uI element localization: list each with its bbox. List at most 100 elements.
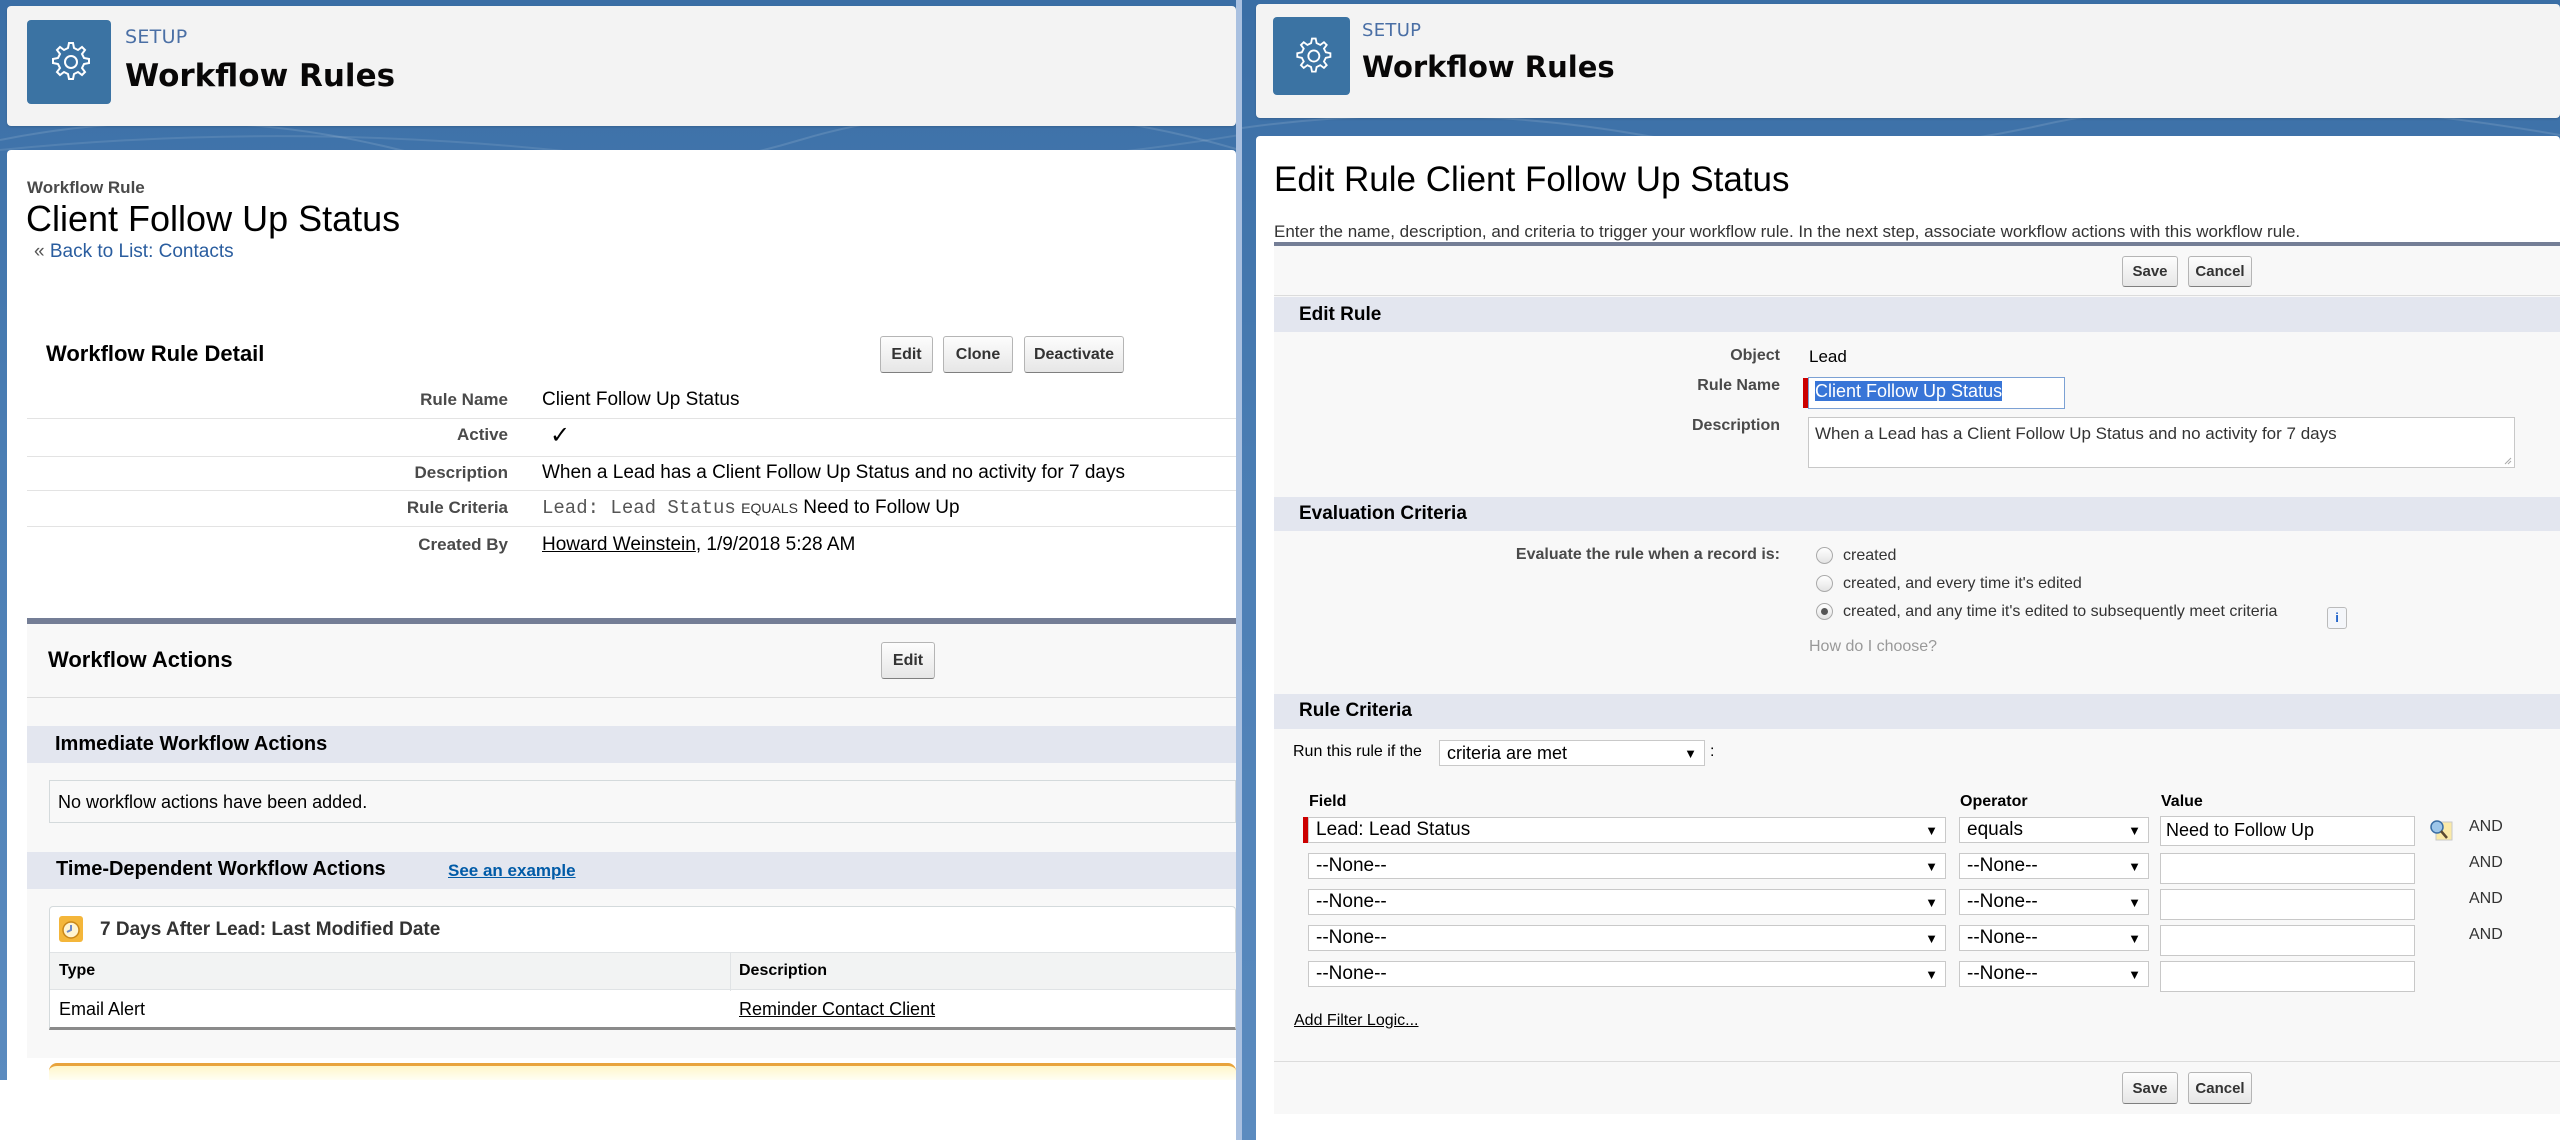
criteria-operator-value: --None-- <box>1967 891 2038 912</box>
row-divider <box>1274 1061 2560 1062</box>
action-type: Email Alert <box>59 999 146 1019</box>
column-header-operator: Operator <box>1960 793 2028 810</box>
deactivate-button[interactable]: Deactivate <box>1024 336 1124 373</box>
column-header-type: Type <box>59 962 96 979</box>
setup-eyebrow: SETUP <box>1362 20 1422 41</box>
edit-button[interactable]: Edit <box>880 336 933 373</box>
see-example-link[interactable]: See an example <box>448 861 576 881</box>
back-link-text[interactable]: Back to List: Contacts <box>50 241 234 262</box>
criteria-field-value: --None-- <box>1316 891 1387 912</box>
conjunction-and: AND <box>2469 890 2503 907</box>
clock-icon <box>59 916 83 942</box>
radio-created[interactable] <box>1816 547 1833 564</box>
criteria-value-input[interactable] <box>2160 925 2415 956</box>
criteria-field-select[interactable]: --None-- ▼ <box>1308 961 1946 987</box>
criteria-operator-select[interactable]: --None-- ▼ <box>1959 853 2149 879</box>
criteria-operator-select[interactable]: equals ▼ <box>1959 817 2149 843</box>
run-rule-select[interactable]: criteria are met ▼ <box>1439 740 1705 766</box>
run-rule-prefix: Run this rule if the <box>1293 743 1422 760</box>
dropdown-arrow-icon: ▼ <box>1925 966 1938 982</box>
criteria-field-select[interactable]: Lead: Lead Status ▼ <box>1308 817 1946 843</box>
info-icon[interactable]: i <box>2327 607 2347 629</box>
conjunction-and: AND <box>2469 818 2503 835</box>
dropdown-arrow-icon: ▼ <box>1925 894 1938 910</box>
radio-created-every-edit-label[interactable]: created, and every time it's edited <box>1843 575 2082 593</box>
dropdown-arrow-icon: ▼ <box>1925 930 1938 946</box>
gear-icon <box>52 42 90 80</box>
run-rule-suffix: : <box>1710 743 1715 760</box>
column-header-description: Description <box>739 962 828 979</box>
created-by-value: Howard Weinstein, 1/9/2018 5:28 AM <box>542 534 855 556</box>
dropdown-arrow-icon: ▼ <box>1684 745 1697 761</box>
row-divider <box>1274 295 2560 296</box>
rule-name-label: Rule Name <box>420 390 508 409</box>
add-filter-logic-link[interactable]: Add Filter Logic... <box>1294 1012 1419 1030</box>
record-title: Client Follow Up Status <box>26 198 401 239</box>
page-heading: Workflow Rules <box>125 58 396 94</box>
row-divider <box>27 697 1236 698</box>
radio-created-subsequently-meet-label[interactable]: created, and any time it's edited to sub… <box>1843 603 2277 621</box>
radio-created-every-edit[interactable] <box>1816 575 1833 592</box>
radio-created-label[interactable]: created <box>1843 547 1896 565</box>
actions-edit-button[interactable]: Edit <box>881 642 935 679</box>
criteria-field-select[interactable]: --None-- ▼ <box>1308 853 1946 879</box>
dropdown-arrow-icon: ▼ <box>2128 822 2141 838</box>
edit-page-title: Edit Rule Client Follow Up Status <box>1274 160 1790 199</box>
cancel-button-top[interactable]: Cancel <box>2188 256 2252 287</box>
setup-eyebrow: SETUP <box>125 26 188 48</box>
action-description-link[interactable]: Reminder Contact Client <box>739 999 935 1020</box>
criteria-operator-select[interactable]: --None-- ▼ <box>1959 925 2149 951</box>
rule-criteria-label: Rule Criteria <box>406 498 508 517</box>
table-row: Email Alert Reminder Contact Client <box>50 990 1237 1028</box>
criteria-operator-select[interactable]: --None-- ▼ <box>1959 961 2149 987</box>
description-textarea[interactable]: When a Lead has a Client Follow Up Statu… <box>1808 417 2515 468</box>
created-by-date: , 1/9/2018 5:28 AM <box>695 534 856 555</box>
created-by-user-link[interactable]: Howard Weinstein <box>542 534 696 555</box>
description-label: Description <box>1691 417 1780 434</box>
setup-gear-tile <box>27 20 111 104</box>
dropdown-arrow-icon: ▼ <box>1925 858 1938 874</box>
record-type-label: Workflow Rule <box>27 178 145 197</box>
evaluate-label: Evaluate the rule when a record is: <box>1515 546 1780 563</box>
edit-rule-bar <box>1274 297 2560 332</box>
row-divider <box>27 526 1236 527</box>
row-divider <box>27 456 1236 457</box>
resize-handle-icon[interactable] <box>2504 457 2512 465</box>
radio-created-subsequently-meet[interactable] <box>1816 603 1833 620</box>
column-header-field: Field <box>1309 793 1347 810</box>
rule-criteria-title: Rule Criteria <box>1299 700 1412 721</box>
how-do-i-choose-link[interactable]: How do I choose? <box>1809 638 1937 656</box>
left-page-header: SETUP Workflow Rules <box>7 6 1236 126</box>
table-header-row: Type Description <box>50 952 1237 991</box>
edit-rule-title: Edit Rule <box>1299 304 1382 325</box>
criteria-field: Lead: Lead Status <box>542 497 736 519</box>
info-callout-box <box>49 1063 1236 1080</box>
back-to-list-link[interactable]: « Back to List: Contacts <box>34 241 234 263</box>
rule-name-input[interactable]: Client Follow Up Status <box>1808 377 2065 409</box>
criteria-operator-select[interactable]: --None-- ▼ <box>1959 889 2149 915</box>
criteria-field-value: Lead: Lead Status <box>1316 819 1471 840</box>
lookup-icon[interactable] <box>2428 818 2454 842</box>
immediate-actions-title: Immediate Workflow Actions <box>55 733 328 755</box>
back-arrow-icon: « <box>34 241 45 262</box>
cancel-button-bottom[interactable]: Cancel <box>2188 1072 2252 1104</box>
criteria-field-value: --None-- <box>1316 963 1387 984</box>
criteria-operator-value: equals <box>1967 819 2023 840</box>
save-button-bottom[interactable]: Save <box>2122 1072 2178 1104</box>
description-label: Description <box>414 463 508 482</box>
criteria-operator-value: --None-- <box>1967 855 2038 876</box>
clone-button[interactable]: Clone <box>943 336 1013 373</box>
criteria-value-input[interactable] <box>2160 889 2415 920</box>
criteria-value-input[interactable]: Need to Follow Up <box>2160 816 2415 846</box>
run-rule-selected: criteria are met <box>1447 742 1568 763</box>
dropdown-arrow-icon: ▼ <box>2128 858 2141 874</box>
save-button-top[interactable]: Save <box>2122 256 2178 287</box>
criteria-value-input[interactable] <box>2160 961 2415 992</box>
criteria-operator-value: --None-- <box>1967 927 2038 948</box>
criteria-field-select[interactable]: --None-- ▼ <box>1308 889 1946 915</box>
rule-name-selected-text: Client Follow Up Status <box>1815 381 2003 401</box>
criteria-value-input[interactable] <box>2160 853 2415 884</box>
rule-criteria-value: Lead: Lead Status EQUALS Need to Follow … <box>542 497 960 519</box>
criteria-field-select[interactable]: --None-- ▼ <box>1308 925 1946 951</box>
object-value: Lead <box>1809 347 1847 366</box>
